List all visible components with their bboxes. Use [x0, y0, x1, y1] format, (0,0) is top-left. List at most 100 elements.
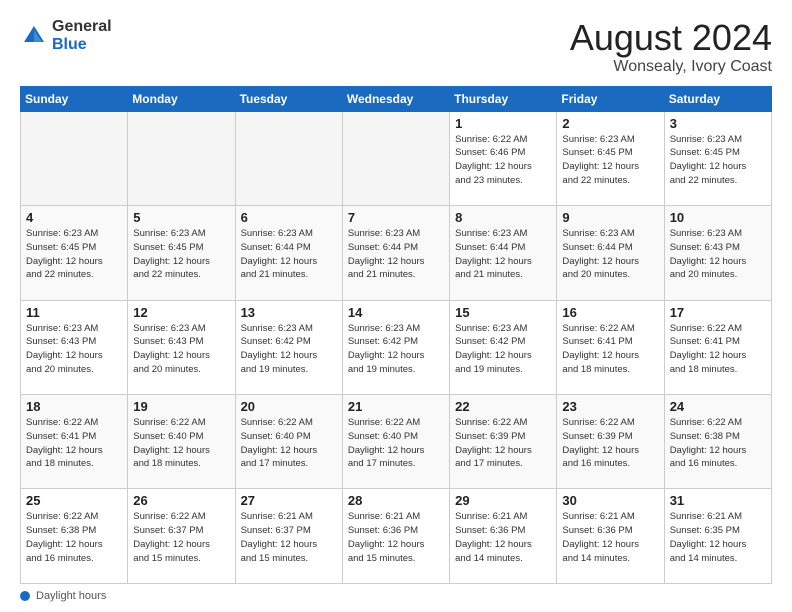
- day-number: 2: [562, 116, 658, 131]
- calendar-day-cell: 22 Sunrise: 6:22 AM Sunset: 6:39 PM Dayli…: [450, 395, 557, 489]
- calendar-day-cell: 30Sunrise: 6:21 AM Sunset: 6:36 PM Dayli…: [557, 489, 664, 584]
- day-number: 29: [455, 493, 551, 508]
- day-number: 14: [348, 305, 444, 320]
- calendar-day-cell: 7 Sunrise: 6:23 AM Sunset: 6:44 PM Daylig…: [342, 206, 449, 300]
- calendar-day-cell: 11 Sunrise: 6:23 AM Sunset: 6:43 PM Dayli…: [21, 300, 128, 394]
- calendar-day-cell: 24Sunrise: 6:22 AM Sunset: 6:38 PM Dayli…: [664, 395, 771, 489]
- calendar-day-cell: 15 Sunrise: 6:23 AM Sunset: 6:42 PM Dayli…: [450, 300, 557, 394]
- day-info: Sunrise: 6:21 AM Sunset: 6:36 PM Dayligh…: [348, 510, 444, 565]
- calendar-day-cell: 10 Sunrise: 6:23 AM Sunset: 6:43 PM Dayli…: [664, 206, 771, 300]
- calendar-day-cell: 1Sunrise: 6:22 AM Sunset: 6:46 PM Daylig…: [450, 111, 557, 205]
- day-info: Sunrise: 6:23 AM Sunset: 6:44 PM Dayligh…: [348, 227, 444, 282]
- day-number: 11: [26, 305, 122, 320]
- logo-text: General Blue: [52, 18, 112, 53]
- calendar-header-row: SundayMondayTuesdayWednesdayThursdayFrid…: [21, 86, 772, 111]
- day-info: Sunrise: 6:22 AM Sunset: 6:38 PM Dayligh…: [26, 510, 122, 565]
- day-info: Sunrise: 6:23 AM Sunset: 6:45 PM Dayligh…: [670, 133, 766, 188]
- calendar-week-row: 11 Sunrise: 6:23 AM Sunset: 6:43 PM Dayli…: [21, 300, 772, 394]
- day-info: Sunrise: 6:22 AM Sunset: 6:39 PM Dayligh…: [455, 416, 551, 471]
- day-number: 19: [133, 399, 229, 414]
- day-info: Sunrise: 6:21 AM Sunset: 6:36 PM Dayligh…: [455, 510, 551, 565]
- day-info: Sunrise: 6:21 AM Sunset: 6:37 PM Dayligh…: [241, 510, 337, 565]
- day-number: 22: [455, 399, 551, 414]
- day-number: 6: [241, 210, 337, 225]
- day-number: 8: [455, 210, 551, 225]
- header: General Blue August 2024 Wonsealy, Ivory…: [20, 18, 772, 76]
- calendar-day-cell: 19 Sunrise: 6:22 AM Sunset: 6:40 PM Dayli…: [128, 395, 235, 489]
- day-number: 26: [133, 493, 229, 508]
- day-number: 28: [348, 493, 444, 508]
- day-info: Sunrise: 6:23 AM Sunset: 6:45 PM Dayligh…: [562, 133, 658, 188]
- calendar-day-cell: 9Sunrise: 6:23 AM Sunset: 6:44 PM Daylig…: [557, 206, 664, 300]
- calendar-day-header: Monday: [128, 86, 235, 111]
- day-number: 16: [562, 305, 658, 320]
- calendar-day-cell: 27 Sunrise: 6:21 AM Sunset: 6:37 PM Dayli…: [235, 489, 342, 584]
- calendar-day-header: Wednesday: [342, 86, 449, 111]
- day-info: Sunrise: 6:22 AM Sunset: 6:40 PM Dayligh…: [133, 416, 229, 471]
- day-number: 15: [455, 305, 551, 320]
- calendar-day-cell: 21 Sunrise: 6:22 AM Sunset: 6:40 PM Dayli…: [342, 395, 449, 489]
- day-info: Sunrise: 6:22 AM Sunset: 6:39 PM Dayligh…: [562, 416, 658, 471]
- day-info: Sunrise: 6:23 AM Sunset: 6:42 PM Dayligh…: [455, 322, 551, 377]
- calendar-day-header: Tuesday: [235, 86, 342, 111]
- calendar-day-header: Friday: [557, 86, 664, 111]
- day-number: 13: [241, 305, 337, 320]
- calendar-week-row: 18 Sunrise: 6:22 AM Sunset: 6:41 PM Dayli…: [21, 395, 772, 489]
- calendar-day-cell: 18 Sunrise: 6:22 AM Sunset: 6:41 PM Dayli…: [21, 395, 128, 489]
- day-number: 7: [348, 210, 444, 225]
- day-number: 23: [562, 399, 658, 414]
- day-info: Sunrise: 6:23 AM Sunset: 6:42 PM Dayligh…: [348, 322, 444, 377]
- day-info: Sunrise: 6:23 AM Sunset: 6:45 PM Dayligh…: [26, 227, 122, 282]
- footer-label: Daylight hours: [36, 590, 106, 602]
- logo-general-text: General: [52, 18, 112, 36]
- calendar-day-cell: [235, 111, 342, 205]
- calendar-day-cell: 8 Sunrise: 6:23 AM Sunset: 6:44 PM Daylig…: [450, 206, 557, 300]
- calendar-day-cell: 16 Sunrise: 6:22 AM Sunset: 6:41 PM Dayli…: [557, 300, 664, 394]
- day-info: Sunrise: 6:22 AM Sunset: 6:41 PM Dayligh…: [26, 416, 122, 471]
- calendar-table: SundayMondayTuesdayWednesdayThursdayFrid…: [20, 86, 772, 584]
- day-info: Sunrise: 6:22 AM Sunset: 6:40 PM Dayligh…: [241, 416, 337, 471]
- logo-icon: [20, 22, 48, 50]
- day-info: Sunrise: 6:23 AM Sunset: 6:45 PM Dayligh…: [133, 227, 229, 282]
- day-number: 3: [670, 116, 766, 131]
- calendar-day-cell: 2 Sunrise: 6:23 AM Sunset: 6:45 PM Daylig…: [557, 111, 664, 205]
- day-info: Sunrise: 6:23 AM Sunset: 6:42 PM Dayligh…: [241, 322, 337, 377]
- calendar-day-cell: 31 Sunrise: 6:21 AM Sunset: 6:35 PM Dayli…: [664, 489, 771, 584]
- logo: General Blue: [20, 18, 112, 53]
- day-number: 31: [670, 493, 766, 508]
- day-info: Sunrise: 6:22 AM Sunset: 6:40 PM Dayligh…: [348, 416, 444, 471]
- day-number: 12: [133, 305, 229, 320]
- calendar-day-cell: 28 Sunrise: 6:21 AM Sunset: 6:36 PM Dayli…: [342, 489, 449, 584]
- calendar-day-cell: 13 Sunrise: 6:23 AM Sunset: 6:42 PM Dayli…: [235, 300, 342, 394]
- calendar-day-cell: 17Sunrise: 6:22 AM Sunset: 6:41 PM Dayli…: [664, 300, 771, 394]
- calendar-day-header: Thursday: [450, 86, 557, 111]
- day-info: Sunrise: 6:22 AM Sunset: 6:37 PM Dayligh…: [133, 510, 229, 565]
- day-info: Sunrise: 6:21 AM Sunset: 6:36 PM Dayligh…: [562, 510, 658, 565]
- title-block: August 2024 Wonsealy, Ivory Coast: [570, 18, 772, 76]
- calendar-day-cell: 4Sunrise: 6:23 AM Sunset: 6:45 PM Daylig…: [21, 206, 128, 300]
- day-info: Sunrise: 6:23 AM Sunset: 6:43 PM Dayligh…: [670, 227, 766, 282]
- day-info: Sunrise: 6:23 AM Sunset: 6:44 PM Dayligh…: [455, 227, 551, 282]
- footer: Daylight hours: [20, 590, 772, 602]
- page: General Blue August 2024 Wonsealy, Ivory…: [0, 0, 792, 612]
- day-info: Sunrise: 6:23 AM Sunset: 6:44 PM Dayligh…: [562, 227, 658, 282]
- calendar-day-cell: [21, 111, 128, 205]
- day-number: 18: [26, 399, 122, 414]
- day-info: Sunrise: 6:21 AM Sunset: 6:35 PM Dayligh…: [670, 510, 766, 565]
- day-info: Sunrise: 6:22 AM Sunset: 6:41 PM Dayligh…: [562, 322, 658, 377]
- calendar-week-row: 25 Sunrise: 6:22 AM Sunset: 6:38 PM Dayli…: [21, 489, 772, 584]
- day-info: Sunrise: 6:23 AM Sunset: 6:43 PM Dayligh…: [26, 322, 122, 377]
- day-info: Sunrise: 6:22 AM Sunset: 6:38 PM Dayligh…: [670, 416, 766, 471]
- day-info: Sunrise: 6:22 AM Sunset: 6:41 PM Dayligh…: [670, 322, 766, 377]
- day-number: 10: [670, 210, 766, 225]
- day-number: 27: [241, 493, 337, 508]
- calendar-day-cell: 6Sunrise: 6:23 AM Sunset: 6:44 PM Daylig…: [235, 206, 342, 300]
- logo-blue-text: Blue: [52, 36, 112, 54]
- calendar-day-cell: 25 Sunrise: 6:22 AM Sunset: 6:38 PM Dayli…: [21, 489, 128, 584]
- title-location: Wonsealy, Ivory Coast: [570, 58, 772, 76]
- calendar-day-cell: 29 Sunrise: 6:21 AM Sunset: 6:36 PM Dayli…: [450, 489, 557, 584]
- calendar-day-cell: [128, 111, 235, 205]
- day-number: 21: [348, 399, 444, 414]
- day-number: 25: [26, 493, 122, 508]
- day-number: 20: [241, 399, 337, 414]
